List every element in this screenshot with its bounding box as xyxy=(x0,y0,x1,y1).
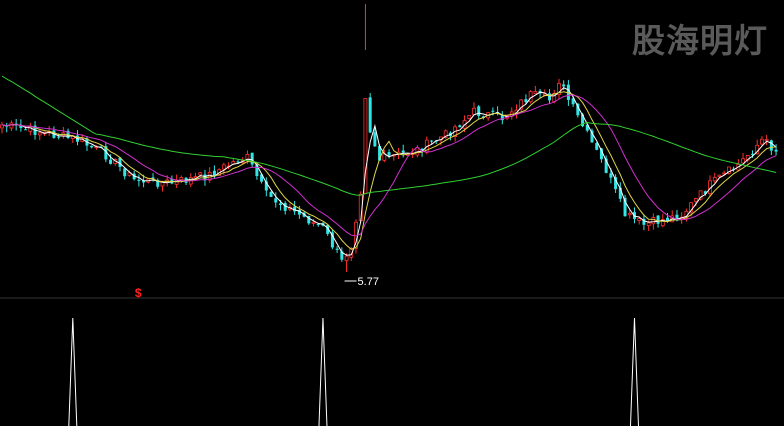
candle-body xyxy=(458,125,462,128)
marker-group: 5.77 $ xyxy=(135,276,379,300)
ma-line-green xyxy=(1,75,777,196)
candle-body xyxy=(37,132,42,136)
candle-body xyxy=(769,140,773,151)
candle-body xyxy=(278,203,282,205)
candle-body xyxy=(477,106,481,116)
candle-body xyxy=(651,217,656,225)
candle-body xyxy=(656,215,660,224)
candle-body xyxy=(764,139,769,141)
chart-stage: 5.77 $ 股海明灯 xyxy=(0,0,784,426)
watermark-logo: 股海明灯 xyxy=(632,21,768,60)
candle-body xyxy=(344,255,349,262)
candle-body xyxy=(179,177,184,181)
indicator-spike xyxy=(318,317,328,426)
candle-body xyxy=(236,161,240,163)
candle-body xyxy=(269,191,273,197)
candle-body xyxy=(562,84,566,87)
candle-body xyxy=(774,149,778,152)
candle-body xyxy=(373,132,377,147)
candle-body xyxy=(717,174,722,177)
low-price-label: 5.77 xyxy=(358,276,379,288)
candle-body xyxy=(637,218,642,221)
candle-body xyxy=(467,115,472,119)
candle-body xyxy=(609,173,613,178)
candle-body xyxy=(430,140,434,142)
candle-body xyxy=(646,222,651,227)
candle-body xyxy=(533,91,538,94)
candle-body xyxy=(335,248,339,250)
candle-body xyxy=(524,99,528,103)
candle-body xyxy=(741,158,745,164)
candle-body xyxy=(24,129,28,131)
candle-body xyxy=(311,221,316,224)
candle-body xyxy=(693,198,698,202)
candle-body xyxy=(760,138,764,145)
candle-body xyxy=(316,223,320,225)
candle-body xyxy=(401,150,405,153)
indicator-spike xyxy=(68,317,78,426)
indicator-panel xyxy=(68,317,639,426)
candle-body xyxy=(193,176,198,179)
candle-body xyxy=(90,145,94,148)
candle-body xyxy=(472,107,476,116)
candle-body xyxy=(548,93,552,101)
indicator-spike xyxy=(629,317,639,426)
ma-line-magenta xyxy=(1,94,777,237)
candle-body xyxy=(387,152,391,156)
signal-marker: $ xyxy=(135,286,142,300)
ma-line-yellow xyxy=(1,91,777,250)
candle-body xyxy=(382,153,387,161)
ma-line-white xyxy=(1,87,777,256)
moving-average-group xyxy=(1,75,777,256)
candle-body xyxy=(368,97,372,133)
candle-body xyxy=(250,152,254,165)
candle-body xyxy=(123,168,127,177)
candle-body xyxy=(491,110,495,112)
candle-body xyxy=(57,136,61,138)
candle-body xyxy=(109,159,113,164)
candle-body xyxy=(198,172,203,176)
candle-body xyxy=(274,198,278,203)
candlestick-chart: 5.77 $ xyxy=(0,4,784,426)
candle-body xyxy=(712,176,717,182)
candle-body xyxy=(627,212,632,216)
candle-body xyxy=(221,164,226,170)
candle-body xyxy=(137,179,141,181)
